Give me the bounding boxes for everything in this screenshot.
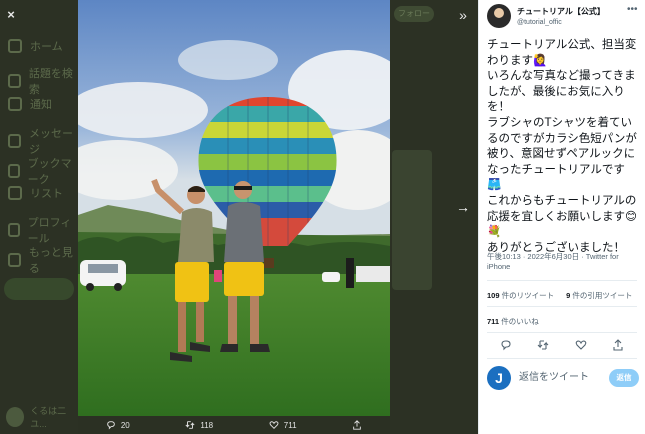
more-circle-icon [8, 253, 21, 267]
bg-card [392, 150, 432, 290]
home-icon [8, 39, 22, 53]
user-avatar[interactable]: J [487, 366, 511, 390]
mail-icon [8, 134, 21, 148]
avatar [6, 407, 25, 427]
hashtag-icon [8, 74, 21, 88]
quotes-stat[interactable]: 9 件の引用ツイート [566, 290, 632, 301]
retweets-stat[interactable]: 109 件のリツイート [487, 290, 554, 301]
author-handle[interactable]: @tutorial_offic [517, 19, 605, 26]
author-avatar[interactable] [487, 4, 511, 28]
tweet-action-row [487, 338, 637, 352]
balloon-photo-image [78, 0, 390, 416]
reply-composer: J 返信をツイート 返信 [487, 366, 639, 390]
next-arrow-icon[interactable]: → [454, 198, 472, 216]
retweet-icon [537, 340, 549, 350]
bg-nav-item: メッセージ [8, 125, 78, 157]
tweet-text: チュートリアル公式、担当変わります🙋‍♀️ いろんな写真など撮ってきましたが、最… [487, 39, 637, 254]
background-sidebar: ホーム 話題を検索 通知 メッセージ ブックマーク リスト プロフィール もっと… [0, 0, 78, 434]
bg-nav-item: ブックマーク [8, 155, 78, 187]
more-options-icon[interactable]: ••• [627, 4, 638, 15]
tweet-author[interactable]: チュートリアル【公式】 @tutorial_offic [487, 4, 605, 28]
retweet-icon [185, 421, 195, 429]
retweet-button[interactable] [536, 338, 550, 352]
reply-icon [501, 340, 511, 351]
like-button[interactable] [574, 338, 588, 352]
share-icon [353, 420, 361, 430]
bg-nav-item: 通知 [8, 96, 52, 112]
bg-nav-item: プロフィール [8, 214, 78, 246]
photo-like-button[interactable]: 711 [269, 420, 297, 430]
bg-tweet-button [4, 278, 74, 300]
reply-button[interactable] [499, 338, 513, 352]
bell-icon [8, 97, 22, 111]
profile-icon [8, 223, 20, 237]
like-icon [269, 421, 279, 429]
reply-icon [107, 421, 115, 430]
close-icon[interactable]: × [2, 6, 20, 24]
bg-nav-item: リスト [8, 185, 63, 201]
bookmark-icon [8, 164, 20, 178]
bg-follow-button: フォロー [394, 6, 434, 22]
likes-stats: 711 件のいいね [487, 316, 539, 327]
share-icon [613, 339, 623, 351]
author-name[interactable]: チュートリアル【公式】 [517, 6, 605, 17]
bg-nav-item: ホーム [8, 38, 63, 54]
list-icon [8, 186, 22, 200]
tweet-photo[interactable] [78, 0, 390, 416]
tweet-detail-panel: チュートリアル【公式】 @tutorial_offic ••• チュートリアル公… [478, 0, 645, 434]
bg-nav-item: もっと見る [8, 244, 78, 276]
like-icon [575, 340, 587, 350]
share-button[interactable] [611, 338, 625, 352]
photo-share-button[interactable] [352, 420, 362, 430]
divider [487, 358, 637, 359]
reply-input[interactable]: 返信をツイート [519, 366, 601, 390]
bg-nav-item: 話題を検索 [8, 65, 78, 97]
photo-action-bar: 20 118 711 [78, 416, 390, 434]
bg-profile: くるは二ユ... [6, 404, 78, 430]
expand-panel-icon[interactable]: » [454, 6, 472, 24]
divider [487, 280, 637, 281]
photo-retweet-button[interactable]: 118 [185, 420, 213, 430]
retweet-stats: 109 件のリツイート 9 件の引用ツイート [487, 290, 632, 301]
likes-stat[interactable]: 711 件のいいね [487, 316, 539, 327]
divider [487, 332, 637, 333]
divider [487, 306, 637, 307]
photo-reply-button[interactable]: 20 [106, 420, 130, 430]
reply-submit-button[interactable]: 返信 [609, 369, 639, 387]
tweet-timestamp[interactable]: 午後10:13 · 2022年6月30日 · Twitter for iPhon… [487, 252, 637, 272]
